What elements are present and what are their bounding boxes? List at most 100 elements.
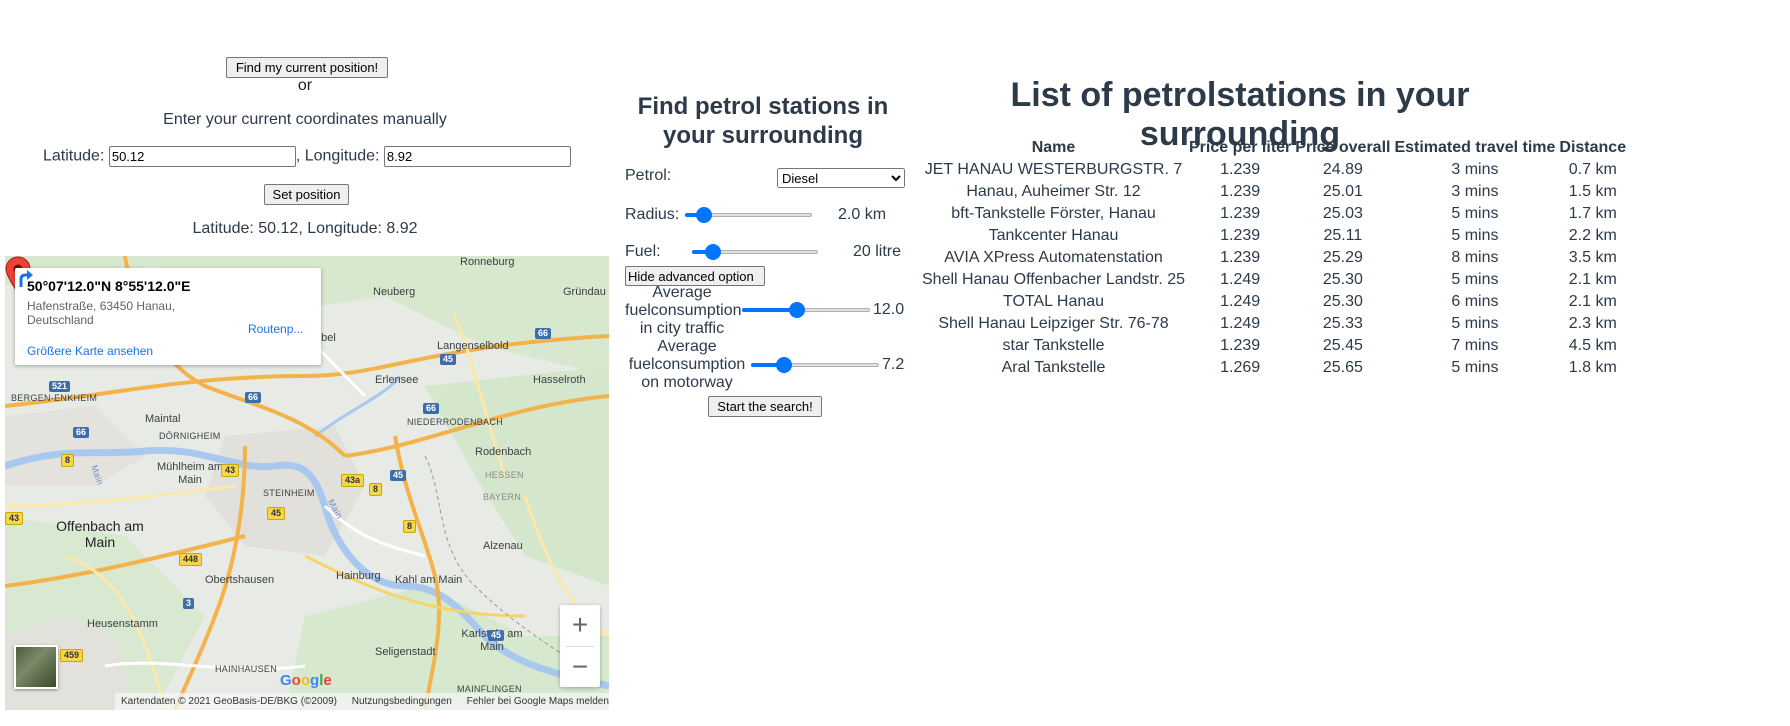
terms-link[interactable]: Nutzungsbedingungen <box>352 696 452 707</box>
report-error-link[interactable]: Fehler bei Google Maps melden <box>467 696 609 707</box>
zoom-in-button[interactable]: + <box>560 605 600 645</box>
fuel-slider[interactable] <box>692 244 818 260</box>
column-header: Price overall <box>1295 139 1391 156</box>
radius-slider[interactable] <box>685 207 812 223</box>
table-cell: 5 mins <box>1451 205 1499 222</box>
table-cell: star Tankstelle <box>1002 337 1105 354</box>
google-logo-letter: G <box>280 672 292 689</box>
table-cell: 1.239 <box>1220 227 1261 244</box>
table-cell: 5 mins <box>1451 359 1499 376</box>
petrol-select[interactable]: Diesel <box>777 168 905 188</box>
motorway-consumption-label: Average fuelconsumption on motorway <box>628 338 746 391</box>
latitude-label: Latitude: <box>43 147 105 165</box>
table-row: JET HANAU WESTERBURGSTR. 7 1.239 24.89 3 mi… <box>920 159 1628 181</box>
city-consumption-slider[interactable] <box>742 302 870 318</box>
map-label-steinheim: STEINHEIM <box>263 488 315 498</box>
table-header-row: Name Price per liter Price overall Estim… <box>920 137 1628 159</box>
road-shield: 459 <box>60 649 84 662</box>
find-position-button[interactable]: Find my current position! <box>226 57 388 78</box>
table-cell: 1.7 km <box>1568 205 1617 222</box>
map-label-neuberg: Neuberg <box>373 286 416 298</box>
table-cell: 1.5 km <box>1568 183 1617 200</box>
set-position-button[interactable]: Set position <box>264 184 349 205</box>
current-position-display: Latitude: 50.12, Longitude: 8.92 <box>192 220 418 237</box>
road-shield: 43 <box>221 464 240 477</box>
column-header: Name <box>1031 139 1076 156</box>
table-cell: 8 mins <box>1451 249 1499 266</box>
or-text: or <box>297 77 313 94</box>
directions-icon[interactable] <box>15 268 35 288</box>
road-shield: 66 <box>535 328 552 339</box>
map-coordinates-title: 50°07'12.0"N 8°55'12.0"E <box>27 278 191 294</box>
map-label-niederrodenbach: NIEDERRODENBACH <box>407 417 504 427</box>
table-cell: 25.45 <box>1322 337 1363 354</box>
road-shield: 45 <box>440 354 457 365</box>
map-label-langenselbold: Langenselbold <box>437 340 509 352</box>
radius-value: 2.0 km <box>838 206 887 223</box>
column-header: Distance <box>1559 139 1627 156</box>
map-label-alzenau: Alzenau <box>483 540 523 552</box>
map-label-grundau: Gründau <box>563 286 606 298</box>
fuel-label: Fuel: <box>625 243 661 260</box>
map-label-hasselroth: Hasselroth <box>533 374 586 386</box>
road-shield: 45 <box>390 470 407 481</box>
slider-thumb[interactable] <box>705 244 722 260</box>
map-info-card: 50°07'12.0"N 8°55'12.0"E Hafenstraße, 63… <box>15 268 321 365</box>
map-label-muehlheim: Mühlheim am Main <box>156 461 224 486</box>
road-shield: 66 <box>73 427 90 438</box>
map-footer: Kartendaten © 2021 GeoBasis-DE/BKG (©200… <box>115 693 609 710</box>
zoom-out-button[interactable]: − <box>560 647 600 687</box>
table-cell: Hanau, Auheimer Str. 12 <box>966 183 1141 200</box>
petrol-label: Petrol: <box>625 167 672 184</box>
slider-thumb[interactable] <box>696 207 713 223</box>
road-shield: 66 <box>245 392 262 403</box>
table-cell: 2.1 km <box>1568 293 1617 310</box>
slider-thumb[interactable] <box>775 357 792 373</box>
satellite-view-toggle[interactable] <box>14 645 58 689</box>
search-title: Find petrol stations in your surrounding <box>637 93 889 149</box>
stations-table-body: JET HANAU WESTERBURGSTR. 7 1.239 24.89 3 mi… <box>920 159 1628 379</box>
motorway-consumption-slider[interactable] <box>751 357 879 373</box>
google-logo-letter: e <box>323 672 332 689</box>
table-cell: 6 mins <box>1451 293 1499 310</box>
table-cell: 25.11 <box>1323 227 1363 244</box>
slider-thumb[interactable] <box>789 302 806 318</box>
table-cell: 5 mins <box>1451 271 1499 288</box>
table-cell: 25.30 <box>1322 271 1363 288</box>
map-label-ronneburg: Ronneburg <box>460 256 515 268</box>
table-cell: 2.2 km <box>1568 227 1617 244</box>
table-cell: 3.5 km <box>1568 249 1617 266</box>
road-shield: 43a <box>341 474 365 487</box>
start-search-button[interactable]: Start the search! <box>708 396 822 417</box>
longitude-input[interactable] <box>383 146 571 167</box>
google-map[interactable]: Ronneburg Neuberg Gründau öbel Langensel… <box>5 256 609 710</box>
road-shield: 43 <box>5 512 24 525</box>
road-shield: 8 <box>403 520 417 533</box>
table-cell: 24.89 <box>1322 161 1363 178</box>
table-cell: 5 mins <box>1451 315 1499 332</box>
route-planner-link[interactable]: Routenp... <box>248 322 303 336</box>
table-cell: 2.3 km <box>1568 315 1617 332</box>
latitude-input[interactable] <box>108 146 296 167</box>
longitude-label: , Longitude: <box>295 147 380 165</box>
city-consumption-label: Average fuelconsumption in city traffic <box>625 284 742 337</box>
table-cell: 25.01 <box>1322 183 1363 200</box>
table-row: TOTAL Hanau 1.249 25.30 6 mins 2.1 km <box>920 291 1628 313</box>
table-cell: 1.249 <box>1220 293 1261 310</box>
map-label-maintal: Maintal <box>145 413 181 425</box>
table-cell: bft-Tankstelle Förster, Hanau <box>951 205 1156 222</box>
bigger-map-link[interactable]: Größere Karte ansehen <box>27 344 153 358</box>
table-cell: 2.1 km <box>1568 271 1617 288</box>
map-label-hainburg: Hainburg <box>336 570 381 582</box>
table-cell: 25.33 <box>1322 315 1363 332</box>
table-cell: 5 mins <box>1451 227 1499 244</box>
table-cell: 25.65 <box>1322 359 1363 376</box>
road-shield: 3 <box>183 598 195 609</box>
table-cell: 1.249 <box>1220 315 1261 332</box>
stations-table: Name Price per liter Price overall Estim… <box>920 137 1628 379</box>
hide-advanced-button[interactable]: Hide advanced option <box>625 266 765 286</box>
google-logo-letter: o <box>291 672 301 689</box>
map-label-obertshausen: Obertshausen <box>205 574 275 586</box>
table-cell: 0.7 km <box>1568 161 1617 178</box>
road-shield: 45 <box>488 630 505 641</box>
